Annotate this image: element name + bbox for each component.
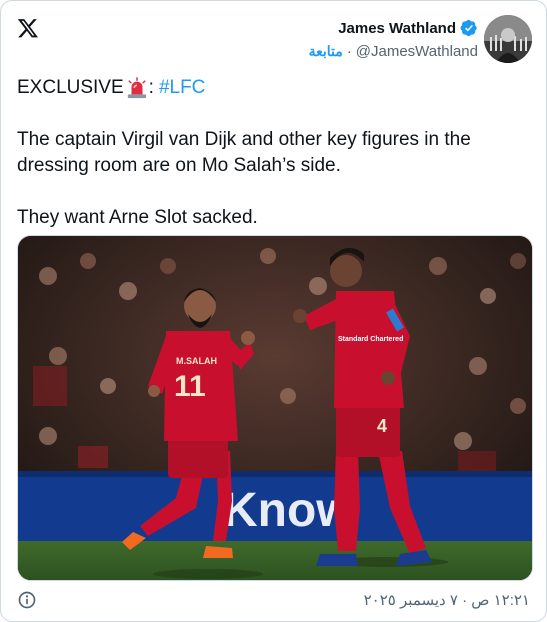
tweet-paragraph-3: They want Arne Slot sacked.: [17, 207, 258, 228]
x-logo-icon[interactable]: [17, 17, 39, 39]
avatar-image: [484, 15, 532, 63]
author-handle-row: متابعة · @JamesWathland: [309, 43, 478, 60]
follow-button[interactable]: متابعة: [309, 43, 343, 60]
author-name[interactable]: James Wathland: [338, 20, 456, 37]
exclusive-label: EXCLUSIVE: [17, 77, 124, 98]
sponsor-print: Standard Chartered: [338, 336, 403, 343]
author-name-row[interactable]: James Wathland: [338, 19, 478, 37]
author-handle[interactable]: @JamesWathland: [356, 43, 478, 60]
police-light-emoji: [127, 77, 146, 99]
hashtag-link[interactable]: #LFC: [159, 75, 205, 101]
tweet-line-exclusive: EXCLUSIVE : #LFC: [17, 75, 527, 101]
tweet-meta-row: ١٢:٢١ ص · ٧ ديسمبر ٢٠٢٥: [17, 589, 530, 611]
van-dijk-number-print: 4: [377, 416, 387, 436]
info-icon[interactable]: [17, 590, 37, 610]
verified-badge-icon: [460, 19, 477, 37]
salah-number-print: 11: [174, 370, 206, 403]
colon: :: [148, 77, 154, 98]
pitch: [18, 541, 532, 580]
tweet-photo[interactable]: Know M.SALAH 11 Standard Chartered 4: [17, 235, 533, 581]
photo-scene: Know M.SALAH 11 Standard Chartered 4: [18, 236, 532, 580]
salah-name-print: M.SALAH: [176, 356, 217, 366]
tweet-card: James Wathland متابعة · @JamesWathland E…: [0, 0, 547, 622]
avatar[interactable]: [484, 15, 532, 63]
tweet-timestamp[interactable]: ١٢:٢١ ص · ٧ ديسمبر ٢٠٢٥: [364, 591, 530, 609]
tweet-text: EXCLUSIVE : #LFC The captain Virgil van …: [17, 75, 527, 231]
separator-dot: ·: [346, 43, 352, 60]
tweet-paragraph-2: The captain Virgil van Dijk and other ke…: [17, 129, 471, 176]
